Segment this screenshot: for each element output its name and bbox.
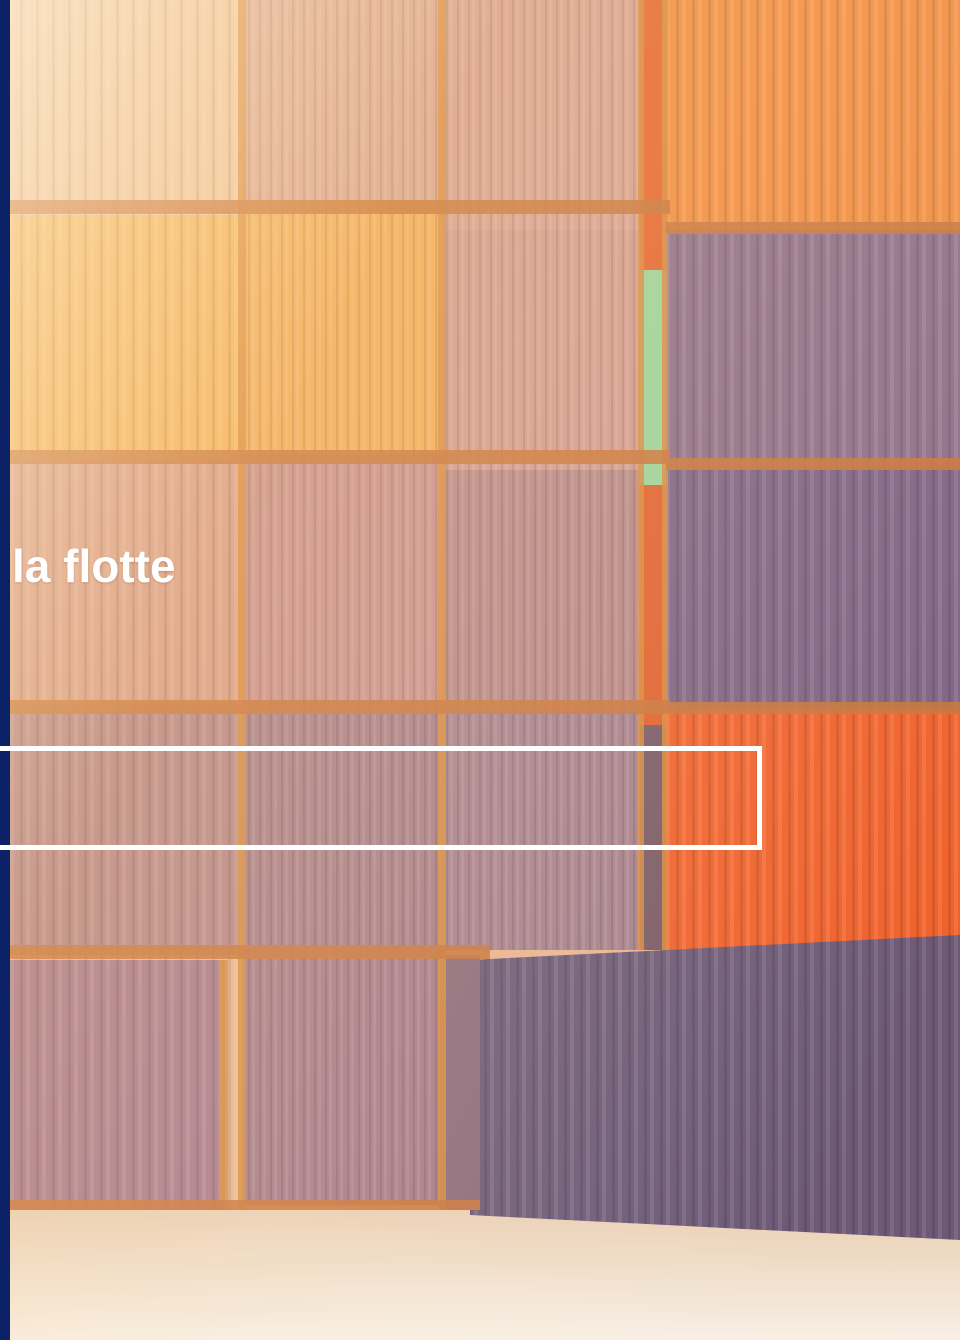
hero-headline: la flotte (12, 540, 176, 592)
shipping-containers-photo (10, 0, 960, 1340)
cta-button[interactable]: se (0, 746, 762, 850)
hero-banner: la flotte se (0, 0, 960, 1340)
left-accent-bar (0, 0, 10, 1340)
